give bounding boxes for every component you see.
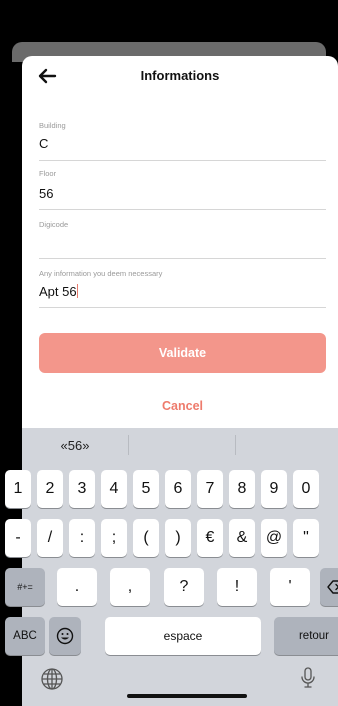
backspace-icon (327, 580, 338, 594)
key-colon[interactable]: : (69, 519, 95, 557)
info-value: Apt 56 (39, 284, 77, 299)
floor-field[interactable]: Floor 56 (39, 167, 326, 210)
info-value-wrap[interactable]: Apt 56 (39, 284, 79, 299)
key-comma[interactable]: , (110, 568, 150, 606)
globe-icon[interactable] (40, 667, 64, 691)
key-hyphen[interactable]: - (5, 519, 31, 557)
suggestion-1[interactable]: «56» (22, 428, 128, 462)
key-at[interactable]: @ (261, 519, 287, 557)
building-field[interactable]: Building C (39, 119, 326, 161)
key-3[interactable]: 3 (69, 470, 95, 508)
key-open-paren[interactable]: ( (133, 519, 159, 557)
home-indicator (127, 694, 247, 698)
emoji-icon (56, 627, 74, 645)
digicode-field[interactable]: Digicode (39, 218, 326, 259)
keyboard: «56» 1 2 3 4 5 6 7 8 9 0 - / : ; ( ) € &… (5, 428, 338, 706)
building-label: Building (39, 121, 66, 130)
backspace-key[interactable] (320, 568, 338, 606)
key-ampersand[interactable]: & (229, 519, 255, 557)
cancel-button[interactable]: Cancel (39, 394, 326, 418)
floor-value[interactable]: 56 (39, 186, 53, 201)
key-8[interactable]: 8 (229, 470, 255, 508)
return-key[interactable]: retour (274, 617, 338, 655)
key-apostrophe[interactable]: ' (270, 568, 310, 606)
key-slash[interactable]: / (37, 519, 63, 557)
key-4[interactable]: 4 (101, 470, 127, 508)
floor-label: Floor (39, 169, 57, 178)
key-semicolon[interactable]: ; (101, 519, 127, 557)
digicode-label: Digicode (39, 220, 69, 229)
text-cursor (77, 284, 79, 298)
key-2[interactable]: 2 (37, 470, 63, 508)
key-period[interactable]: . (57, 568, 97, 606)
key-5[interactable]: 5 (133, 470, 159, 508)
key-quote[interactable]: " (293, 519, 319, 557)
page-title: Informations (140, 68, 220, 83)
key-1[interactable]: 1 (5, 470, 31, 508)
info-label: Any information you deem necessary (39, 269, 163, 278)
microphone-icon[interactable] (300, 666, 316, 690)
key-7[interactable]: 7 (197, 470, 223, 508)
info-field[interactable]: Any information you deem necessary Apt 5… (39, 267, 326, 308)
abc-key[interactable]: ABC (5, 617, 45, 655)
key-0[interactable]: 0 (293, 470, 319, 508)
key-6[interactable]: 6 (165, 470, 191, 508)
key-question[interactable]: ? (164, 568, 204, 606)
header: Informations (22, 56, 338, 96)
emoji-key[interactable] (49, 617, 81, 655)
key-euro[interactable]: € (197, 519, 223, 557)
key-exclamation[interactable]: ! (217, 568, 257, 606)
suggestion-2[interactable] (129, 428, 235, 462)
suggestion-bar: «56» (22, 428, 338, 462)
space-key[interactable]: espace (105, 617, 261, 655)
key-more-symbols[interactable]: #+= (5, 568, 45, 606)
status-bar (0, 0, 338, 44)
suggestion-3[interactable] (236, 428, 338, 462)
key-9[interactable]: 9 (261, 470, 287, 508)
key-close-paren[interactable]: ) (165, 519, 191, 557)
validate-button[interactable]: Validate (39, 333, 326, 373)
building-value[interactable]: C (39, 136, 48, 151)
